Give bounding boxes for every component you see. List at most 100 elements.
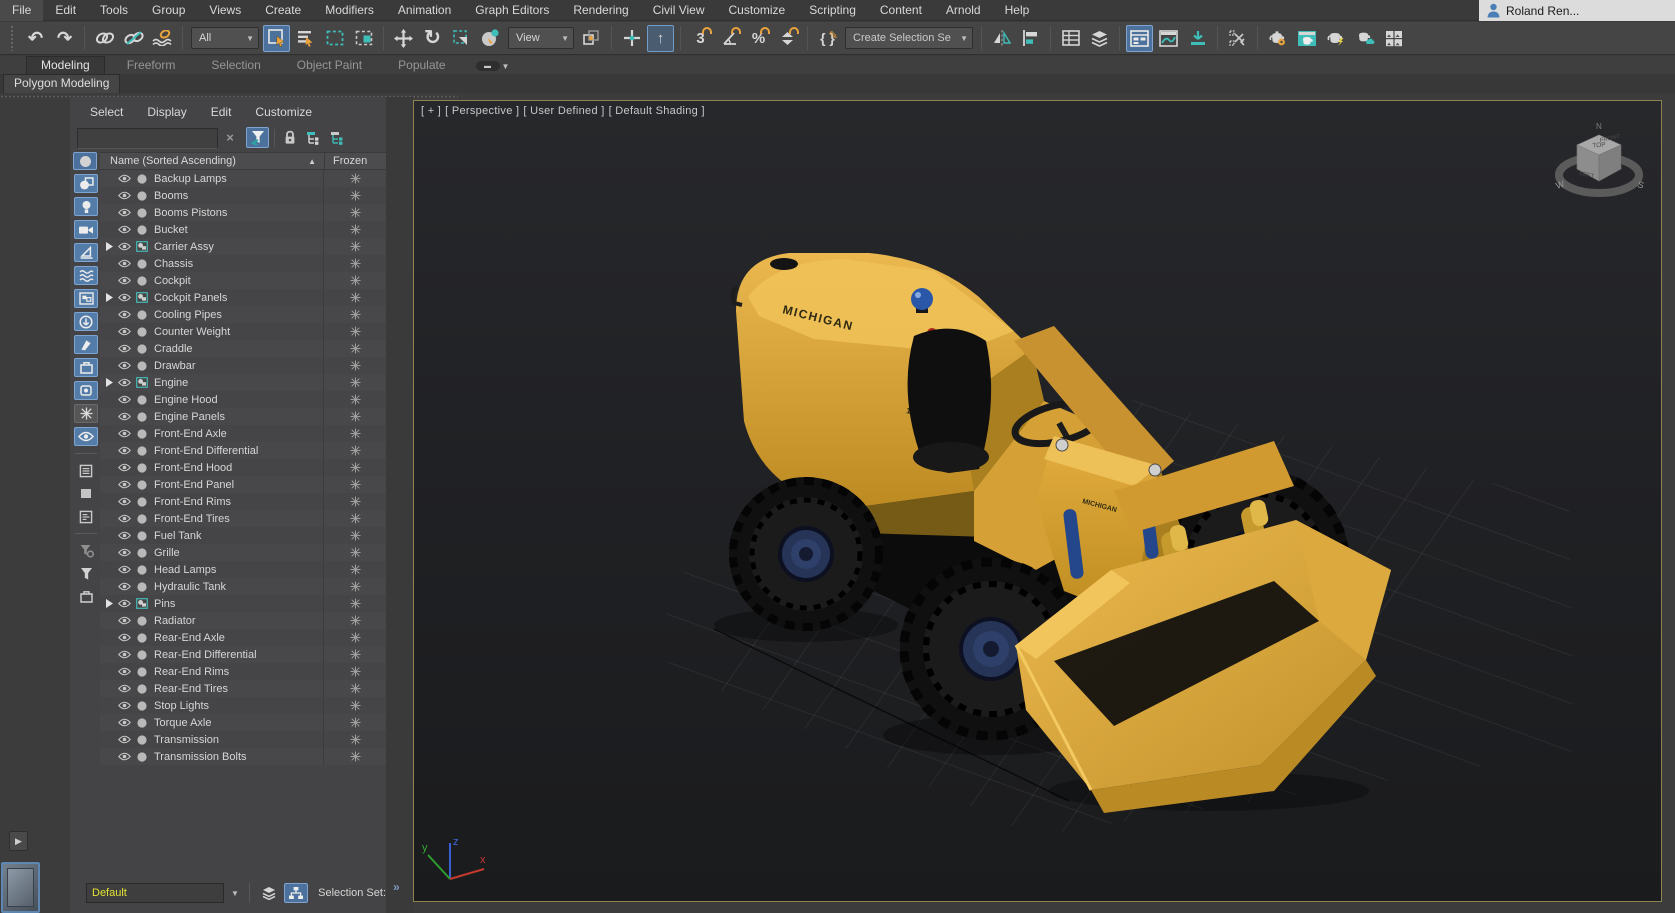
object-type-icon[interactable] xyxy=(136,446,148,456)
named-selection-sets-dropdown[interactable]: Create Selection Se ▼ xyxy=(845,27,973,49)
object-name-label[interactable]: Backup Lamps xyxy=(154,173,323,185)
object-name-label[interactable]: Front-End Rims xyxy=(154,496,323,508)
menubar-item[interactable]: Arnold xyxy=(934,0,993,21)
display-bones-button[interactable] xyxy=(74,335,98,354)
solid-swatch-button[interactable] xyxy=(74,484,98,503)
use-pivot-point-center-button[interactable] xyxy=(578,25,605,52)
explorer-object-row[interactable]: Front-End Differential xyxy=(100,442,386,459)
mirror-button[interactable] xyxy=(988,25,1015,52)
expand-arrow-icon[interactable] xyxy=(106,599,114,608)
visibility-eye-icon[interactable] xyxy=(118,225,131,234)
object-type-icon[interactable] xyxy=(136,361,148,371)
expand-panel-button[interactable]: ▶ xyxy=(9,831,28,851)
object-name-label[interactable]: Pins xyxy=(154,598,323,610)
object-name-label[interactable]: Front-End Tires xyxy=(154,513,323,525)
object-name-label[interactable]: Chassis xyxy=(154,258,323,270)
render-setup-button[interactable] xyxy=(1264,25,1291,52)
explorer-object-row[interactable]: Booms Pistons xyxy=(100,204,386,221)
visibility-eye-icon[interactable] xyxy=(118,582,131,591)
visibility-eye-icon[interactable] xyxy=(118,480,131,489)
select-and-manipulate-button[interactable] xyxy=(618,25,645,52)
explorer-object-row[interactable]: Rear-End Tires xyxy=(100,680,386,697)
frozen-toggle[interactable] xyxy=(323,374,386,391)
explorer-object-row[interactable]: Engine Hood xyxy=(100,391,386,408)
visibility-eye-icon[interactable] xyxy=(118,531,131,540)
menubar-item[interactable]: Scripting xyxy=(797,0,868,21)
explorer-menu-customize[interactable]: Customize xyxy=(255,105,312,119)
object-name-label[interactable]: Grille xyxy=(154,547,323,559)
object-type-icon[interactable] xyxy=(136,276,148,286)
explorer-object-row[interactable]: Backup Lamps xyxy=(100,170,386,187)
selection-filter-dropdown[interactable]: All ▼ xyxy=(191,27,259,49)
display-geometry-button[interactable] xyxy=(74,174,98,193)
object-type-icon[interactable] xyxy=(136,531,148,541)
explorer-object-row[interactable]: Bucket xyxy=(100,221,386,238)
display-helpers-button[interactable] xyxy=(74,243,98,262)
explorer-object-row[interactable]: Rear-End Differential xyxy=(100,646,386,663)
object-type-icon[interactable] xyxy=(136,327,148,337)
select-and-link-button[interactable] xyxy=(91,25,118,52)
object-name-label[interactable]: Stop Lights xyxy=(154,700,323,712)
explorer-object-row[interactable]: Cooling Pipes xyxy=(100,306,386,323)
visibility-eye-icon[interactable] xyxy=(118,565,131,574)
filter-button[interactable] xyxy=(74,564,98,583)
object-type-icon[interactable] xyxy=(136,174,148,184)
filter-combinations-button[interactable] xyxy=(246,127,269,148)
frozen-toggle[interactable] xyxy=(323,323,386,340)
frozen-toggle[interactable] xyxy=(323,221,386,238)
visibility-eye-icon[interactable] xyxy=(118,735,131,744)
object-name-label[interactable]: Engine Panels xyxy=(154,411,323,423)
explorer-object-row[interactable]: Front-End Panel xyxy=(100,476,386,493)
explorer-object-row[interactable]: Front-End Axle xyxy=(100,425,386,442)
explorer-object-row[interactable]: Booms xyxy=(100,187,386,204)
menubar-item[interactable]: Graph Editors xyxy=(463,0,561,21)
ribbon-tab[interactable]: Modeling xyxy=(26,56,105,74)
display-all-header-button[interactable] xyxy=(73,152,97,170)
frozen-toggle[interactable] xyxy=(323,595,386,612)
object-type-icon[interactable] xyxy=(136,667,148,677)
object-name-label[interactable]: Transmission xyxy=(154,734,323,746)
object-type-icon[interactable] xyxy=(136,582,148,592)
explorer-object-row[interactable]: Cockpit Panels xyxy=(100,289,386,306)
visibility-eye-icon[interactable] xyxy=(118,667,131,676)
explorer-object-row[interactable]: Rear-End Rims xyxy=(100,663,386,680)
schematic-view-button[interactable] xyxy=(1184,25,1211,52)
menubar-item[interactable]: Civil View xyxy=(641,0,717,21)
object-name-label[interactable]: Front-End Hood xyxy=(154,462,323,474)
explorer-object-row[interactable]: Radiator xyxy=(100,612,386,629)
explorer-object-row[interactable]: Chassis xyxy=(100,255,386,272)
material-editor-button[interactable] xyxy=(1224,25,1251,52)
visibility-eye-icon[interactable] xyxy=(118,412,131,421)
reference-coordinate-system-dropdown[interactable]: View ▼ xyxy=(508,27,574,49)
toolbar-drag-handle[interactable] xyxy=(10,25,15,51)
frozen-toggle[interactable] xyxy=(323,544,386,561)
frozen-toggle[interactable] xyxy=(323,561,386,578)
object-name-label[interactable]: Rear-End Axle xyxy=(154,632,323,644)
display-cameras-button[interactable] xyxy=(74,220,98,239)
bind-to-space-warp-button[interactable] xyxy=(149,25,176,52)
object-type-icon[interactable] xyxy=(136,684,148,694)
object-name-label[interactable]: Rear-End Tires xyxy=(154,683,323,695)
frozen-toggle[interactable] xyxy=(323,238,386,255)
select-and-place-button[interactable] xyxy=(477,25,504,52)
menubar-item[interactable]: Views xyxy=(197,0,253,21)
visibility-eye-icon[interactable] xyxy=(118,463,131,472)
sort-ascending-icon[interactable]: ▲ xyxy=(308,157,316,166)
select-object-button[interactable] xyxy=(263,25,290,52)
explorer-object-row[interactable]: Carrier Assy xyxy=(100,238,386,255)
object-type-icon[interactable] xyxy=(136,735,148,745)
frozen-toggle[interactable] xyxy=(323,612,386,629)
visibility-eye-icon[interactable] xyxy=(118,701,131,710)
visibility-eye-icon[interactable] xyxy=(118,191,131,200)
clear-search-icon[interactable]: × xyxy=(222,130,238,146)
object-type-icon[interactable] xyxy=(136,565,148,575)
visibility-eye-icon[interactable] xyxy=(118,548,131,557)
spinner-snap-toggle-button[interactable] xyxy=(774,25,801,52)
explorer-object-row[interactable]: Front-End Rims xyxy=(100,493,386,510)
menubar-item[interactable]: Edit xyxy=(43,0,88,21)
render-in-cloud-button[interactable] xyxy=(1351,25,1378,52)
frozen-toggle[interactable] xyxy=(323,272,386,289)
stack-view-button[interactable] xyxy=(257,883,281,903)
object-type-icon[interactable] xyxy=(136,191,148,201)
viewport-menu-general[interactable]: [ + ] xyxy=(421,105,441,117)
